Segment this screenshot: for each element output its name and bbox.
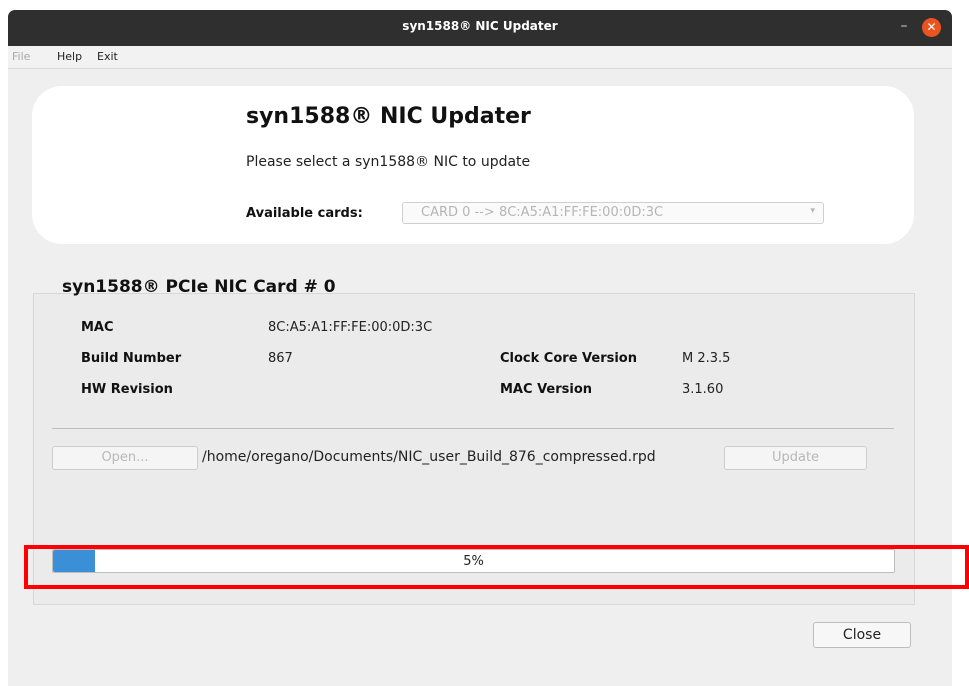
mac-label: MAC	[81, 320, 114, 335]
build-number-value: 867	[268, 351, 293, 366]
minimize-icon[interactable]: –	[896, 16, 912, 36]
window-title: syn1588® NIC Updater	[402, 19, 558, 33]
card-section-title: syn1588® PCIe NIC Card # 0	[62, 277, 336, 297]
mac-version-value: 3.1.60	[682, 382, 724, 397]
mac-version-label: MAC Version	[500, 382, 593, 397]
menu-bar: File Help Exit	[8, 46, 952, 69]
mac-value: 8C:A5:A1:FF:FE:00:0D:3C	[268, 320, 433, 335]
highlight-box	[24, 545, 969, 589]
build-number-label: Build Number	[81, 351, 182, 366]
clock-core-version-value: M 2.3.5	[682, 351, 731, 366]
clock-core-version-label: Clock Core Version	[500, 351, 637, 366]
menu-file[interactable]: File	[12, 50, 30, 63]
open-button[interactable]: Open...	[52, 446, 198, 470]
hw-revision-label: HW Revision	[81, 382, 173, 397]
separator	[52, 428, 894, 429]
title-bar[interactable]: syn1588® NIC Updater – ✕	[8, 10, 952, 46]
page-title: syn1588® NIC Updater	[246, 104, 531, 129]
file-path-text: /home/oregano/Documents/NIC_user_Build_8…	[202, 449, 656, 465]
menu-exit[interactable]: Exit	[97, 50, 118, 63]
update-button[interactable]: Update	[724, 446, 867, 470]
chevron-down-icon: ▾	[810, 206, 815, 216]
close-button[interactable]: Close	[813, 622, 911, 648]
header-card: syn1588® NIC Updater Please select a syn…	[32, 86, 914, 244]
selected-card-text: CARD 0 --> 8C:A5:A1:FF:FE:00:0D:3C	[421, 205, 664, 220]
menu-help[interactable]: Help	[57, 50, 82, 63]
close-window-icon[interactable]: ✕	[922, 18, 941, 37]
available-cards-label: Available cards:	[246, 206, 363, 221]
available-cards-select[interactable]: CARD 0 --> 8C:A5:A1:FF:FE:00:0D:3C ▾	[402, 202, 824, 224]
page-subtitle: Please select a syn1588® NIC to update	[246, 154, 531, 170]
